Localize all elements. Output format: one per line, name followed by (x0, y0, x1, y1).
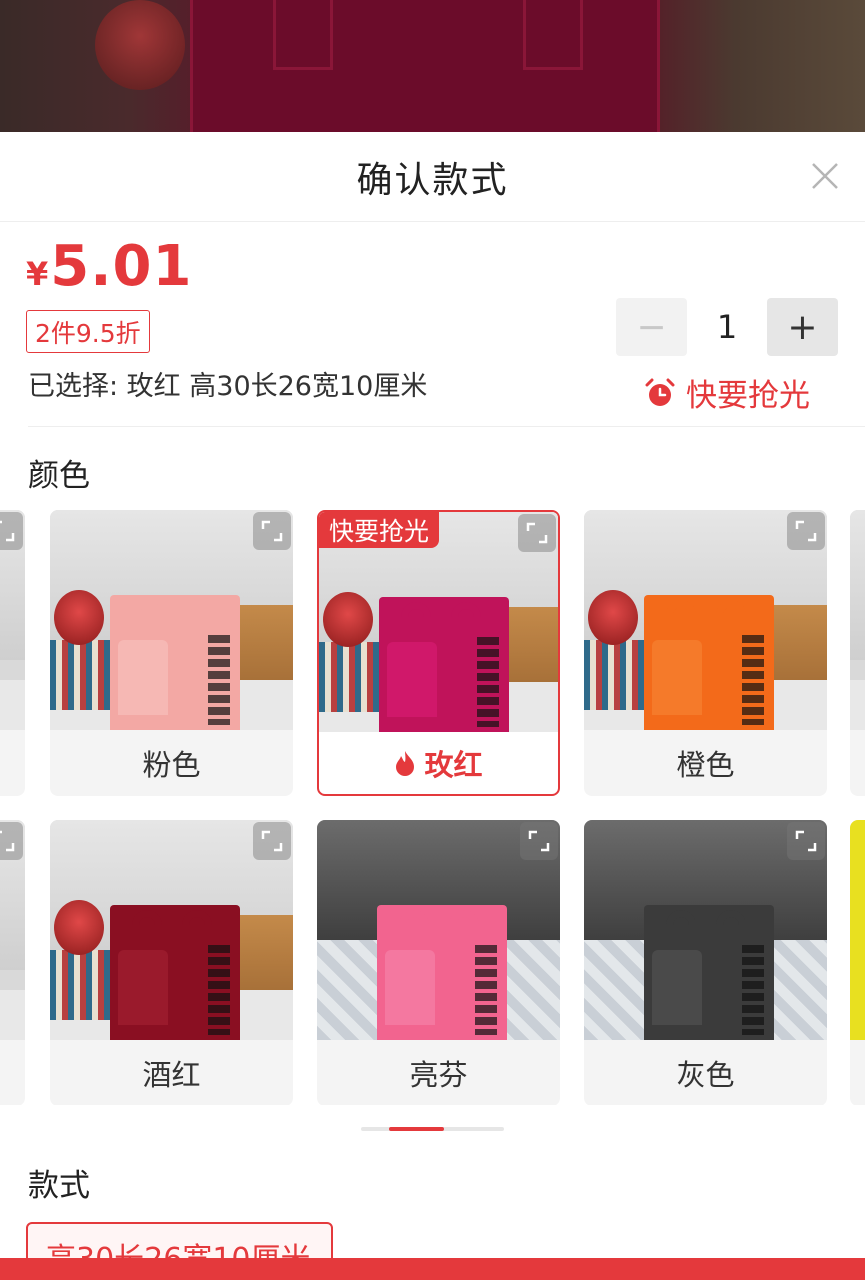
page-indicator (361, 1127, 504, 1131)
color-card-wine-red[interactable]: 酒红 (50, 820, 293, 1105)
expand-icon[interactable] (253, 822, 291, 860)
backdrop-bag-strap (523, 0, 583, 70)
product-photo (850, 510, 865, 730)
color-card-partial[interactable] (0, 820, 25, 1105)
bag-image (110, 595, 240, 730)
bag-image (644, 595, 774, 730)
stock-alert-text: 快要抢光 (686, 378, 810, 414)
selling-fast-badge: 快要抢光 (319, 512, 440, 548)
color-card-partial[interactable] (850, 510, 865, 796)
currency-symbol: ¥ (26, 255, 49, 293)
selected-summary: 已选择: 玫红 高30长26宽10厘米 (28, 371, 428, 402)
alarm-clock-icon (645, 378, 675, 406)
bottom-action-bar[interactable] (0, 1258, 865, 1280)
divider (28, 426, 865, 427)
expand-icon[interactable] (0, 822, 23, 860)
color-label: 灰色 (676, 1058, 735, 1092)
style-section-title: 款式 (28, 1168, 90, 1204)
color-label: 玫红 (424, 748, 483, 782)
fire-icon (396, 751, 415, 776)
color-card-bright-pink[interactable]: 亮芬 (317, 820, 560, 1105)
decrease-quantity-button[interactable]: − (616, 298, 687, 356)
page-indicator-thumb (389, 1127, 444, 1131)
increase-quantity-button[interactable]: + (767, 298, 838, 356)
price-value: 5.01 (50, 234, 193, 299)
color-card-partial[interactable] (0, 510, 25, 796)
color-label: 粉色 (142, 748, 201, 782)
bag-image (644, 905, 774, 1040)
quantity-stepper: − 1 + (616, 298, 838, 356)
sheet-title: 确认款式 (356, 159, 509, 201)
color-swatch-grid[interactable]: 粉色 快要抢光 玫红 橙色 酒红 亮芬 灰色 (0, 510, 865, 1105)
backdrop-bag (190, 0, 660, 132)
backdrop-bag-strap (273, 0, 333, 70)
discount-tag: 2件9.5折 (26, 310, 150, 353)
price: ¥ 5.01 (26, 234, 192, 299)
color-card-orange[interactable]: 橙色 (584, 510, 827, 796)
sku-sheet: 确认款式 ¥ 5.01 2件9.5折 已选择: 玫红 高30长26宽10厘米 −… (0, 132, 865, 1280)
expand-icon[interactable] (0, 512, 23, 550)
expand-icon[interactable] (518, 514, 556, 552)
expand-icon[interactable] (520, 822, 558, 860)
backdrop-toy (95, 0, 185, 90)
bag-image (110, 905, 240, 1040)
color-label: 亮芬 (409, 1058, 468, 1092)
color-section-title: 颜色 (28, 458, 90, 494)
bag-image (377, 905, 507, 1040)
sku-selector-page: 确认款式 ¥ 5.01 2件9.5折 已选择: 玫红 高30长26宽10厘米 −… (0, 0, 865, 1280)
color-card-gray[interactable]: 灰色 (584, 820, 827, 1105)
color-label: 橙色 (676, 748, 735, 782)
product-photo (850, 820, 865, 1040)
expand-icon[interactable] (253, 512, 291, 550)
close-icon[interactable] (809, 160, 841, 192)
bag-image (379, 597, 509, 732)
color-label-selected: 玫红 (319, 730, 558, 794)
color-card-partial[interactable] (850, 820, 865, 1105)
stock-alert: 快要抢光 (644, 370, 810, 415)
expand-icon[interactable] (787, 822, 825, 860)
quantity-value[interactable]: 1 (687, 308, 767, 346)
color-label: 酒红 (142, 1058, 201, 1092)
color-card-rose-red[interactable]: 快要抢光 玫红 (317, 510, 560, 796)
expand-icon[interactable] (787, 512, 825, 550)
color-card-pink[interactable]: 粉色 (50, 510, 293, 796)
product-backdrop-photo[interactable] (0, 0, 865, 132)
sheet-header: 确认款式 (0, 132, 865, 222)
